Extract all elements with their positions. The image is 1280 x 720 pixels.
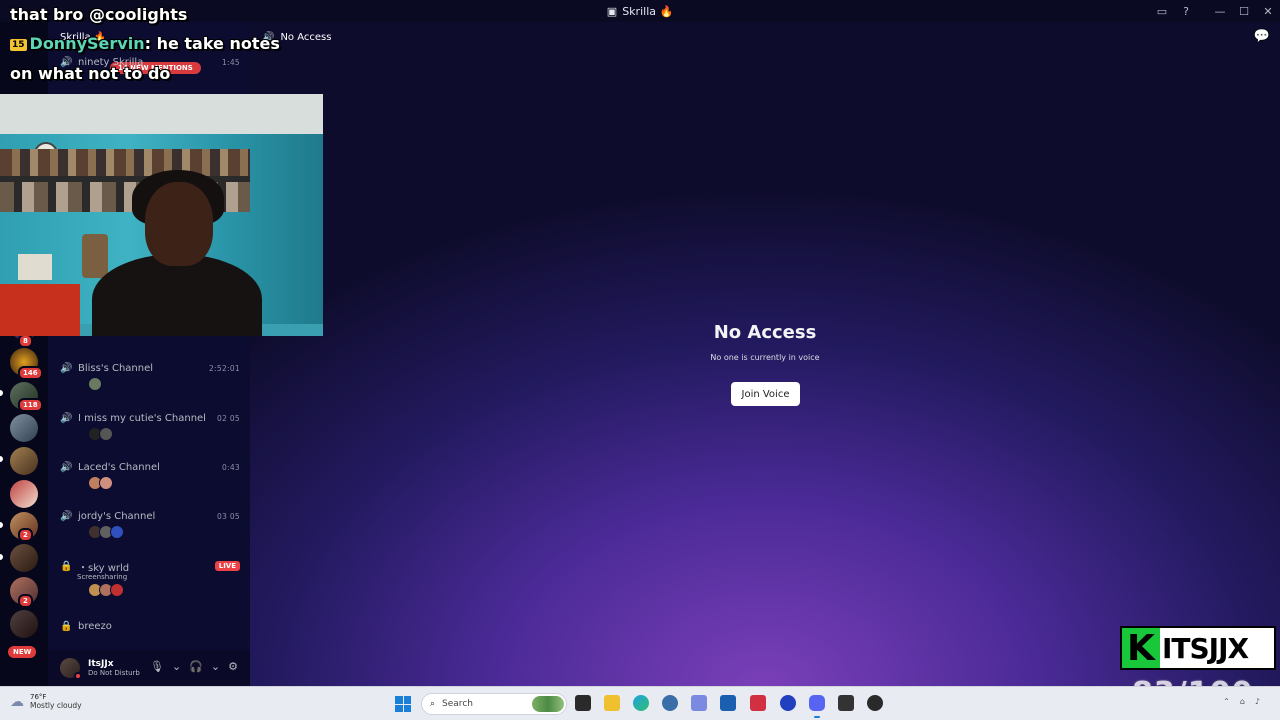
discord-icon: ▣ xyxy=(606,4,618,18)
unread-badge: 2 xyxy=(18,594,33,608)
store-icon[interactable] xyxy=(720,695,736,711)
windows-taskbar: ☁ 76°F Mostly cloudy ⌕ Search ⌃ ⌂ ♪ xyxy=(0,686,1280,720)
voice-channel[interactable]: 🔊 Laced's Channel 0:43 xyxy=(48,460,250,509)
chevron-down-icon[interactable]: ⌄ xyxy=(211,660,220,673)
streamer-logo: K ITSJJX xyxy=(1120,626,1276,670)
file-explorer-icon[interactable] xyxy=(604,695,620,711)
edge-icon[interactable] xyxy=(633,695,649,711)
chat-line: on what not to do xyxy=(10,64,171,83)
channel-timer: 1:45 xyxy=(221,57,240,67)
channel-header: 🔊 No Access 💬 xyxy=(262,29,1270,44)
user-status: Do Not Disturb xyxy=(88,669,140,677)
member-avatar[interactable] xyxy=(110,525,124,539)
speaker-icon: 🔊 xyxy=(60,461,73,473)
member-avatar[interactable] xyxy=(99,427,113,441)
volume-icon: ♪ xyxy=(1254,697,1260,706)
server-icon[interactable] xyxy=(10,610,38,638)
chevron-up-icon: ⌃ xyxy=(1223,697,1230,706)
server-icon[interactable] xyxy=(10,447,38,475)
ea-icon[interactable] xyxy=(780,695,796,711)
epic-games-icon[interactable] xyxy=(838,695,854,711)
user-count: 03 05 xyxy=(217,511,240,521)
close-button[interactable]: ✕ xyxy=(1256,5,1280,18)
no-access-subtext: No one is currently in voice xyxy=(710,353,820,362)
server-icon[interactable] xyxy=(10,480,38,508)
screensharing-label: Screensharing xyxy=(77,573,128,581)
network-icon: ⌂ xyxy=(1239,697,1245,706)
app-icon[interactable] xyxy=(750,695,766,711)
lock-icon: 🔒 xyxy=(60,620,73,632)
inbox-icon[interactable]: ▭ xyxy=(1150,5,1174,18)
user-count: 02 05 xyxy=(217,413,240,423)
unread-pip xyxy=(0,522,3,528)
app-icon[interactable] xyxy=(662,695,678,711)
help-icon[interactable]: ? xyxy=(1174,5,1198,18)
voice-channel[interactable]: 🔊 jordy's Channel 03 05 xyxy=(48,509,250,558)
headphones-icon[interactable]: 🎧 xyxy=(189,660,203,673)
app-window: ▣ Skrilla 🔥 ▭ ? — ☐ ✕ 8 146 118 2 2 NEW xyxy=(0,0,1280,720)
member-avatar[interactable] xyxy=(110,583,124,597)
streamer xyxy=(145,182,213,266)
search-highlight-image xyxy=(532,696,564,712)
window-title: ▣ Skrilla 🔥 xyxy=(606,4,674,18)
title-bar: ▣ Skrilla 🔥 ▭ ? — ☐ ✕ xyxy=(0,0,1280,22)
user-avatar[interactable] xyxy=(60,658,82,680)
unread-badge: 118 xyxy=(18,398,43,412)
system-tray[interactable]: ⌃ ⌂ ♪ xyxy=(1223,697,1260,706)
unread-badge: 8 xyxy=(18,334,33,348)
dnd-status-dot xyxy=(74,672,82,680)
unread-pip xyxy=(0,554,3,560)
discord-taskbar-icon[interactable] xyxy=(809,695,825,711)
voice-channel-view: 🔊 No Access 💬 No Access No one is curren… xyxy=(250,22,1280,686)
join-voice-button[interactable]: Join Voice xyxy=(731,382,800,406)
no-access-heading: No Access xyxy=(713,322,817,343)
settings-gear-icon[interactable]: ⚙ xyxy=(228,660,238,673)
chat-line: that bro @coolights xyxy=(10,5,188,24)
unread-pip xyxy=(0,456,3,462)
voice-channel[interactable]: 🔊 Bliss's Channel 2:52:01 xyxy=(48,361,250,410)
member-avatar[interactable] xyxy=(99,476,113,490)
lock-icon: 🔒 xyxy=(60,560,73,572)
channel-timer: 0:43 xyxy=(221,462,240,472)
member-avatar[interactable] xyxy=(88,377,102,391)
chat-bubble-icon[interactable]: 💬 xyxy=(1254,29,1270,44)
task-view-icon[interactable] xyxy=(575,695,591,711)
microphone-icon[interactable]: 🎙 xyxy=(150,660,164,673)
speaker-icon: 🔊 xyxy=(60,412,73,424)
unread-pip xyxy=(0,390,3,396)
voice-channel[interactable]: 🔊 I miss my cutie's Channel 02 05 xyxy=(48,411,250,460)
app-icon[interactable] xyxy=(691,695,707,711)
windows-start-icon[interactable] xyxy=(395,696,411,712)
username: ItsJJx xyxy=(88,659,114,669)
new-unreads-pill[interactable]: NEW xyxy=(8,646,37,658)
maximize-button[interactable]: ☐ xyxy=(1232,5,1256,18)
server-icon[interactable] xyxy=(10,414,38,442)
search-icon: ⌕ xyxy=(430,699,436,709)
minimize-button[interactable]: — xyxy=(1208,5,1232,18)
unread-badge: 146 xyxy=(18,366,43,380)
taskbar-search[interactable]: ⌕ Search xyxy=(421,693,567,715)
chevron-down-icon[interactable]: ⌄ xyxy=(172,660,181,673)
channel-timer: 2:52:01 xyxy=(208,363,240,373)
chat-line: 15 DonnyServin: he take notes xyxy=(10,34,280,53)
user-panel: ItsJJx Do Not Disturb 🎙 ⌄ 🎧 ⌄ ⚙ xyxy=(48,650,250,686)
speaker-icon: 🔊 xyxy=(60,362,73,374)
server-icon[interactable] xyxy=(10,544,38,572)
live-badge: LIVE xyxy=(214,561,240,571)
sub-badge: 15 xyxy=(10,38,27,51)
weather-widget[interactable]: ☁ 76°F Mostly cloudy xyxy=(10,693,82,710)
voice-channel[interactable]: 🔒 ・sky wrld LIVE Screensharing xyxy=(48,559,250,608)
webcam-overlay xyxy=(0,94,323,336)
unread-badge: 2 xyxy=(18,528,33,542)
app-icon[interactable] xyxy=(867,695,883,711)
speaker-icon: 🔊 xyxy=(60,510,73,522)
cloud-icon: ☁ xyxy=(10,693,24,710)
